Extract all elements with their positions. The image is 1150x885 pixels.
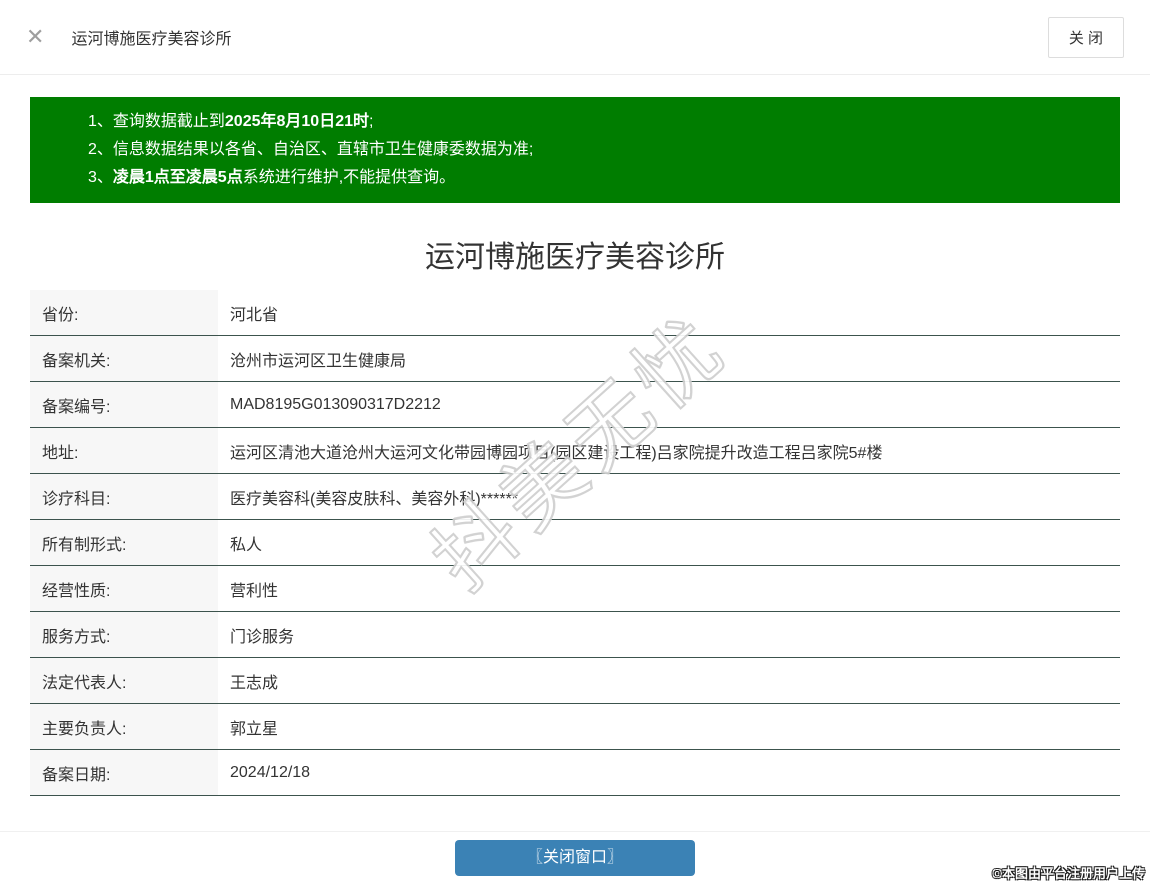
row-label: 经营性质: bbox=[30, 566, 218, 611]
close-button[interactable]: 关 闭 bbox=[1047, 16, 1124, 58]
notice-text: 1、查询数据截止到 bbox=[88, 113, 225, 130]
row-value: 沧州市运河区卫生健康局 bbox=[230, 352, 407, 370]
row-label: 服务方式: bbox=[30, 612, 218, 657]
notice-banner: 1、查询数据截止到2025年8月10日21时; 2、信息数据结果以各省、自治区、… bbox=[30, 97, 1120, 203]
notice-line-2: 2、信息数据结果以各省、自治区、直辖市卫生健康委数据为准; bbox=[88, 136, 1100, 164]
table-row: 备案机关: 沧州市运河区卫生健康局 bbox=[30, 336, 1120, 382]
row-label: 备案编号: bbox=[30, 382, 218, 427]
row-label: 地址: bbox=[30, 428, 218, 473]
table-row: 主要负责人: 郭立星 bbox=[30, 704, 1120, 750]
footer: 〖关闭窗口〗 bbox=[0, 831, 1150, 876]
close-window-button[interactable]: 〖关闭窗口〗 bbox=[455, 840, 695, 876]
notice-text: 系统进行维护,不能提供查询。 bbox=[242, 169, 456, 186]
notice-line-1: 1、查询数据截止到2025年8月10日21时; bbox=[88, 108, 1100, 136]
page-title: 运河博施医疗美容诊所 bbox=[425, 241, 725, 274]
row-label: 主要负责人: bbox=[30, 704, 218, 749]
row-label: 法定代表人: bbox=[30, 658, 218, 703]
table-row: 诊疗科目: 医疗美容科(美容皮肤科、美容外科)****** bbox=[30, 474, 1120, 520]
row-value: 营利性 bbox=[230, 582, 279, 600]
row-label: 备案日期: bbox=[30, 750, 218, 795]
table-row: 所有制形式: 私人 bbox=[30, 520, 1120, 566]
notice-line-3: 3、凌晨1点至凌晨5点系统进行维护,不能提供查询。 bbox=[88, 164, 1100, 192]
row-label: 诊疗科目: bbox=[30, 474, 218, 519]
table-row: 备案编号: MAD8195G013090317D2212 bbox=[30, 382, 1120, 428]
table-row: 服务方式: 门诊服务 bbox=[30, 612, 1120, 658]
notice-text: 2、信息数据结果以各省、自治区、直辖市卫生健康委数据为准; bbox=[88, 141, 534, 158]
row-value: 门诊服务 bbox=[230, 628, 295, 646]
table-row: 备案日期: 2024/12/18 bbox=[30, 750, 1120, 796]
close-x-icon[interactable]: ✕ bbox=[26, 26, 44, 48]
table-row: 法定代表人: 王志成 bbox=[30, 658, 1120, 704]
row-value: 2024/12/18 bbox=[230, 763, 311, 781]
row-label: 所有制形式: bbox=[30, 520, 218, 565]
row-label: 备案机关: bbox=[30, 336, 218, 381]
row-value: 医疗美容科(美容皮肤科、美容外科)****** bbox=[230, 490, 519, 508]
row-value: 河北省 bbox=[230, 306, 279, 324]
table-row: 经营性质: 营利性 bbox=[30, 566, 1120, 612]
row-value: 运河区清池大道沧州大运河文化带园博园项目(园区建设工程)吕家院提升改造工程吕家院… bbox=[230, 444, 883, 462]
notice-text: ; bbox=[369, 113, 374, 130]
row-value: 王志成 bbox=[230, 674, 279, 692]
table-row: 省份: 河北省 bbox=[30, 290, 1120, 336]
notice-bold-text: 凌晨1点至凌晨5点 bbox=[112, 169, 243, 186]
notice-text: 3、 bbox=[88, 169, 113, 186]
window-title: 运河博施医疗美容诊所 bbox=[71, 31, 232, 48]
table-row: 地址: 运河区清池大道沧州大运河文化带园博园项目(园区建设工程)吕家院提升改造工… bbox=[30, 428, 1120, 474]
notice-bold-text: 2025年8月10日21时 bbox=[224, 113, 369, 130]
row-value: MAD8195G013090317D2212 bbox=[230, 395, 441, 413]
upload-credit-watermark: ©本图由平台注册用户上传 bbox=[992, 866, 1145, 881]
top-header-bar: ✕ 运河博施医疗美容诊所 关 闭 bbox=[0, 0, 1150, 75]
row-label: 省份: bbox=[30, 290, 218, 335]
info-table: 省份: 河北省 备案机关: 沧州市运河区卫生健康局 备案编号: MAD8195G… bbox=[30, 290, 1120, 796]
row-value: 郭立星 bbox=[230, 720, 279, 738]
row-value: 私人 bbox=[230, 536, 263, 554]
